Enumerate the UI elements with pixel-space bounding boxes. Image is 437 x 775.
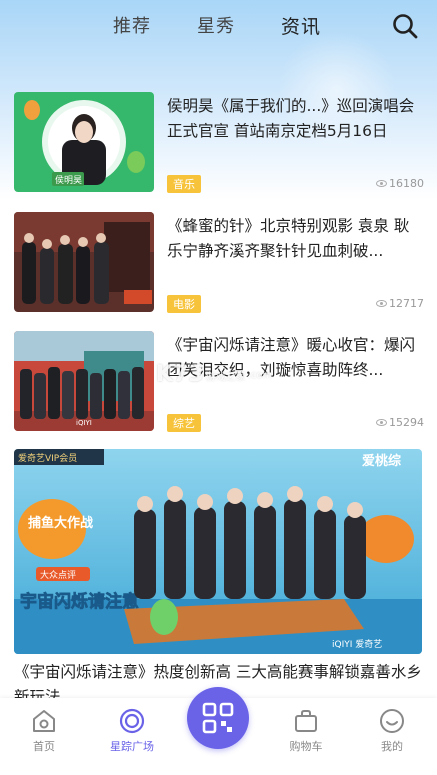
news-item[interactable]: 侯明昊 侯明昊《属于我们的...》巡回演唱会正式官宣 首站南京定档5月16日 音… xyxy=(14,92,424,193)
poster-channel-label: 爱桃综 xyxy=(362,453,401,469)
svg-text:iQIYI: iQIYI xyxy=(76,419,92,427)
poster-show-title: 宇宙闪烁请注意 xyxy=(20,591,139,612)
nav-cart[interactable]: 购物车 xyxy=(276,708,336,754)
nav-mine[interactable]: 我的 xyxy=(362,708,422,754)
qr-code-icon xyxy=(202,702,234,734)
smiley-icon xyxy=(380,709,404,733)
view-count-value: 16180 xyxy=(389,177,424,190)
k73-watermark: K73 游戏之家 .com xyxy=(156,362,273,387)
nav-star-square[interactable]: 星踪广场 xyxy=(102,708,162,754)
target-icon xyxy=(119,708,145,734)
category-tag: 电影 xyxy=(167,295,201,313)
nav-home-label: 首页 xyxy=(33,740,55,753)
poster-sponsor: 大众点评 xyxy=(40,569,76,581)
news-thumbnail: iQIYI xyxy=(14,331,154,431)
news-item[interactable]: 《蜂蜜的针》北京特别观影 袁泉 耿乐宁静齐溪齐聚针针见血刺破... 电影 127… xyxy=(14,212,424,313)
featured-poster[interactable]: 爱奇艺VIP会员 爱桃综 捕鱼大作战 大众点评 宇宙闪烁请注意 iQIYI 爱奇… xyxy=(14,449,422,654)
tab-recommend[interactable]: 推荐 xyxy=(113,12,151,38)
view-count: 16180 xyxy=(376,177,424,190)
nav-mine-label: 我的 xyxy=(381,740,403,753)
view-count-value: 12717 xyxy=(389,297,424,310)
news-thumbnail: 侯明昊 xyxy=(14,92,154,192)
news-title[interactable]: 《蜂蜜的针》北京特别观影 袁泉 耿乐宁静齐溪齐聚针针见血刺破... xyxy=(167,214,424,264)
nav-square-label: 星踪广场 xyxy=(110,740,154,753)
nav-cart-label: 购物车 xyxy=(289,740,323,753)
nav-home[interactable]: 首页 xyxy=(14,708,74,754)
poster-vip-label: 爱奇艺VIP会员 xyxy=(18,452,77,464)
search-icon[interactable] xyxy=(391,12,419,40)
shopping-bag-icon xyxy=(295,710,317,732)
tab-news[interactable]: 资讯 xyxy=(281,12,321,39)
top-tab-bar: 推荐 星秀 资讯 xyxy=(0,0,437,52)
category-tag: 音乐 xyxy=(167,175,201,193)
thumb-caption: 侯明昊 xyxy=(55,174,82,186)
eye-icon xyxy=(376,300,387,307)
scan-button[interactable] xyxy=(187,687,249,749)
news-title[interactable]: 侯明昊《属于我们的...》巡回演唱会正式官宣 首站南京定档5月16日 xyxy=(167,94,424,144)
view-count: 15294 xyxy=(376,416,424,429)
tab-star-show[interactable]: 星秀 xyxy=(197,12,235,38)
poster-platform: iQIYI 爱奇艺 xyxy=(332,638,382,650)
view-count: 12717 xyxy=(376,297,424,310)
home-icon xyxy=(33,710,55,732)
news-thumbnail xyxy=(14,212,154,312)
category-tag: 综艺 xyxy=(167,414,201,432)
eye-icon xyxy=(376,419,387,426)
eye-icon xyxy=(376,180,387,187)
view-count-value: 15294 xyxy=(389,416,424,429)
poster-fishing-title: 捕鱼大作战 xyxy=(28,515,93,531)
